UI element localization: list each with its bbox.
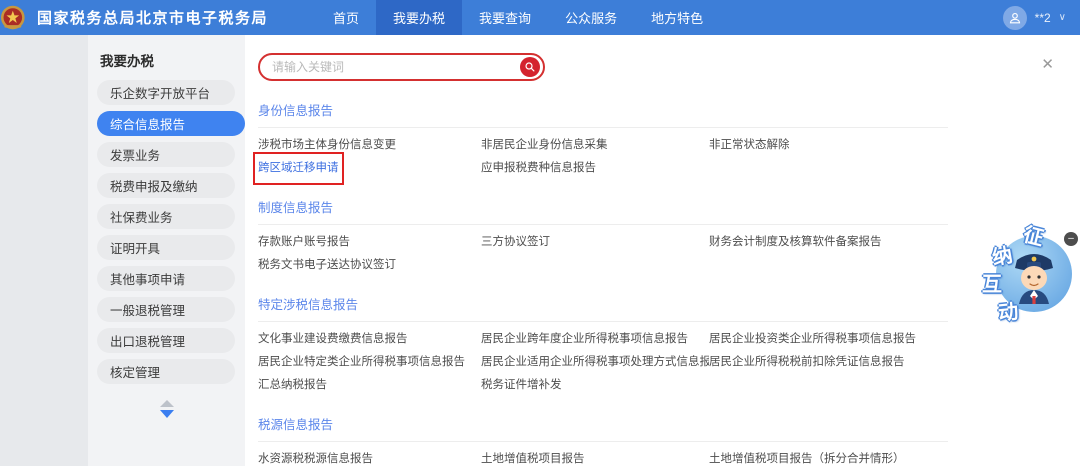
section-title[interactable]: 身份信息报告 — [258, 100, 333, 119]
interaction-widget[interactable]: 征纳互动 – — [974, 224, 1078, 324]
service-link[interactable]: 涉税市场主体身份信息变更 — [258, 134, 481, 157]
section-title[interactable]: 特定涉税信息报告 — [258, 294, 358, 313]
service-link[interactable]: 非正常状态解除 — [709, 134, 948, 157]
section-divider — [258, 224, 948, 225]
service-section: 税源信息报告水资源税税源信息报告土地增值税项目报告土地增值税项目报告（拆分合并情… — [258, 414, 948, 466]
left-rail — [0, 35, 88, 466]
search-input[interactable] — [272, 55, 512, 79]
section-title[interactable]: 制度信息报告 — [258, 197, 333, 216]
username[interactable]: **2 — [1035, 11, 1051, 25]
sidebar-item[interactable]: 证明开具 — [97, 235, 235, 260]
section-divider — [258, 441, 948, 442]
service-link[interactable]: 跨区域迁移申请 — [258, 157, 339, 180]
service-section: 身份信息报告涉税市场主体身份信息变更非居民企业身份信息采集非正常状态解除跨区域迁… — [258, 100, 948, 180]
sidebar: 我要办税 乐企数字开放平台综合信息报告发票业务税费申报及缴纳社保费业务证明开具其… — [88, 35, 245, 466]
close-icon[interactable]: ✕ — [1041, 57, 1054, 72]
service-section: 制度信息报告存款账户账号报告三方协议签订财务会计制度及核算软件备案报告税务文书电… — [258, 197, 948, 277]
nav-item[interactable]: 我要查询 — [462, 0, 548, 35]
section-title[interactable]: 税源信息报告 — [258, 414, 333, 433]
section-grid: 涉税市场主体身份信息变更非居民企业身份信息采集非正常状态解除跨区域迁移申请 应申报… — [258, 134, 948, 180]
header: 国家税务总局北京市电子税务局 首页我要办税我要查询公众服务地方特色 **2 ∨ — [0, 0, 1080, 35]
service-link[interactable]: 居民企业特定类企业所得税事项信息报告 — [258, 351, 481, 374]
sidebar-item[interactable]: 发票业务 — [97, 142, 235, 167]
service-section: 特定涉税信息报告文化事业建设费缴费信息报告居民企业跨年度企业所得税事项信息报告居… — [258, 294, 948, 397]
service-link[interactable]: 居民企业投资类企业所得税事项信息报告 — [709, 328, 948, 351]
nav-item[interactable]: 地方特色 — [634, 0, 720, 35]
main-panel: ✕ 身份信息报告涉税市场主体身份信息变更非居民企业身份信息采集非正常状态解除跨区… — [245, 35, 1080, 466]
sidebar-menu: 乐企数字开放平台综合信息报告发票业务税费申报及缴纳社保费业务证明开具其他事项申请… — [88, 80, 245, 384]
service-link[interactable]: 财务会计制度及核算软件备案报告 — [709, 231, 948, 254]
page-body: 我要办税 乐企数字开放平台综合信息报告发票业务税费申报及缴纳社保费业务证明开具其… — [0, 35, 1080, 466]
person-icon — [1008, 11, 1022, 25]
section-grid: 文化事业建设费缴费信息报告居民企业跨年度企业所得税事项信息报告居民企业投资类企业… — [258, 328, 948, 397]
nav-item[interactable]: 公众服务 — [548, 0, 634, 35]
sidebar-title: 我要办税 — [88, 47, 245, 67]
sidebar-item[interactable]: 综合信息报告 — [97, 111, 245, 136]
service-link[interactable]: 税务证件增补发 — [481, 374, 709, 397]
search-button[interactable] — [520, 57, 540, 77]
service-link[interactable]: 居民企业所得税税前扣除凭证信息报告 — [709, 351, 948, 374]
scroll-down-arrow[interactable] — [160, 410, 174, 418]
service-link[interactable]: 汇总纳税报告 — [258, 374, 481, 397]
mascot-officer — [1005, 246, 1063, 312]
section-grid: 存款账户账号报告三方协议签订财务会计制度及核算软件备案报告税务文书电子送达协议签… — [258, 231, 948, 277]
sidebar-item[interactable]: 社保费业务 — [97, 204, 235, 229]
service-link[interactable]: 居民企业适用企业所得税事项处理方式信息报... — [481, 351, 709, 374]
sidebar-item[interactable]: 核定管理 — [97, 359, 235, 384]
section-divider — [258, 321, 948, 322]
site-title: 国家税务总局北京市电子税务局 — [37, 7, 268, 28]
search-box — [258, 53, 545, 81]
service-link[interactable]: 居民企业跨年度企业所得税事项信息报告 — [481, 328, 709, 351]
service-link[interactable]: 文化事业建设费缴费信息报告 — [258, 328, 481, 351]
nav-item[interactable]: 首页 — [316, 0, 376, 35]
service-link[interactable]: 应申报税费种信息报告 — [481, 157, 709, 180]
service-link[interactable]: 土地增值税项目报告 — [481, 448, 709, 466]
sidebar-item[interactable]: 一般退税管理 — [97, 297, 235, 322]
user-avatar[interactable] — [1003, 6, 1027, 30]
service-link[interactable]: 存款账户账号报告 — [258, 231, 481, 254]
sidebar-item[interactable]: 出口退税管理 — [97, 328, 235, 353]
header-user-area: **2 ∨ — [1003, 0, 1066, 35]
service-link[interactable]: 土地增值税项目报告（拆分合并情形） — [709, 448, 948, 466]
search-icon — [524, 61, 536, 73]
main-nav: 首页我要办税我要查询公众服务地方特色 — [316, 0, 720, 35]
tax-bureau-emblem-icon — [1, 4, 28, 31]
service-link[interactable]: 三方协议签订 — [481, 231, 709, 254]
minimize-icon[interactable]: – — [1064, 232, 1078, 246]
scroll-up-arrow[interactable] — [160, 400, 174, 407]
sidebar-item[interactable]: 乐企数字开放平台 — [97, 80, 235, 105]
section-grid: 水资源税税源信息报告土地增值税项目报告土地增值税项目报告（拆分合并情形）新建商品… — [258, 448, 948, 466]
section-divider — [258, 127, 948, 128]
service-link[interactable]: 水资源税税源信息报告 — [258, 448, 481, 466]
nav-item[interactable]: 我要办税 — [376, 0, 462, 35]
sidebar-item[interactable]: 其他事项申请 — [97, 266, 235, 291]
service-link[interactable]: 税务文书电子送达协议签订 — [258, 254, 481, 277]
service-sections: 身份信息报告涉税市场主体身份信息变更非居民企业身份信息采集非正常状态解除跨区域迁… — [258, 100, 1060, 466]
chevron-down-icon[interactable]: ∨ — [1059, 12, 1066, 23]
sidebar-pager — [88, 400, 245, 418]
widget-char: 互 — [982, 268, 1002, 297]
service-link[interactable]: 非居民企业身份信息采集 — [481, 134, 709, 157]
sidebar-item[interactable]: 税费申报及缴纳 — [97, 173, 235, 198]
